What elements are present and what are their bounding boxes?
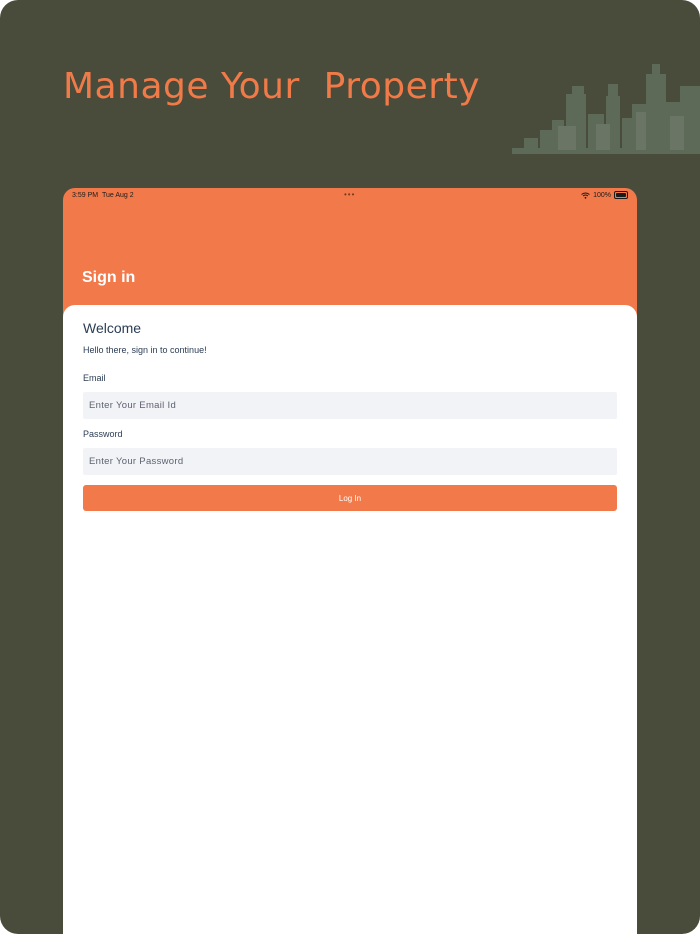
status-date-text: Tue Aug 2 <box>101 192 134 199</box>
status-indicators: 100% <box>581 191 628 199</box>
app-store-frame: Manage Your Property 3:59 PM Tue Aug 2 •… <box>0 0 700 934</box>
city-skyline-illustration <box>512 64 700 154</box>
welcome-heading: Welcome <box>83 320 142 336</box>
sign-in-card: Welcome Hello there, sign in to continue… <box>63 305 637 934</box>
multitasking-dots[interactable]: ••• <box>344 190 355 199</box>
password-label: Password <box>83 429 123 439</box>
wifi-icon <box>581 192 590 199</box>
welcome-subtitle: Hello there, sign in to continue! <box>83 345 207 355</box>
email-label: Email <box>83 373 106 383</box>
device-screen: 3:59 PM Tue Aug 2 ••• 100% Sign in Welco… <box>63 188 637 934</box>
login-button[interactable]: Log In <box>83 485 617 511</box>
status-time-text: 3:59 PM <box>72 192 99 199</box>
password-field[interactable] <box>83 448 617 475</box>
battery-icon <box>614 191 628 199</box>
email-field[interactable] <box>83 392 617 419</box>
page-title: Sign in <box>82 269 136 286</box>
battery-percent: 100% <box>593 191 611 199</box>
marketing-headline: Manage Your Property <box>63 66 481 107</box>
status-time: 3:59 PM Tue Aug 2 <box>72 192 134 199</box>
status-bar: 3:59 PM Tue Aug 2 ••• 100% <box>63 188 637 204</box>
